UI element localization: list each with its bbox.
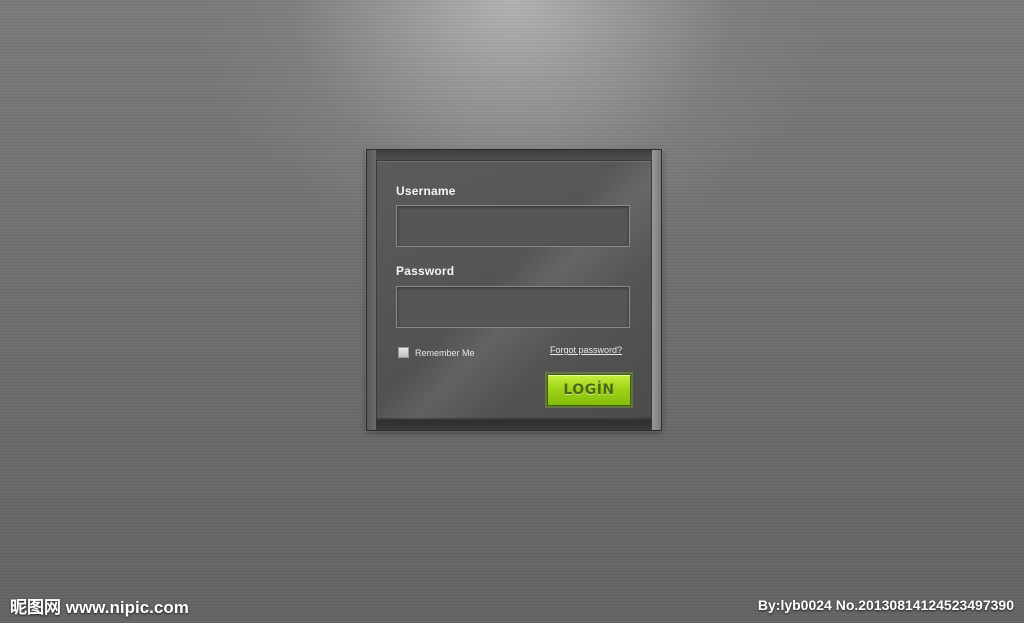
remember-me[interactable]: Remember Me bbox=[398, 347, 475, 358]
username-label: Username bbox=[396, 184, 456, 198]
username-input[interactable] bbox=[396, 205, 630, 247]
remember-me-checkbox[interactable] bbox=[398, 347, 409, 358]
forgot-password-link[interactable]: Forgot password? bbox=[550, 345, 622, 355]
watermark-credit: By:lyb0024 No.20130814124523497390 bbox=[757, 597, 1014, 613]
remember-me-label: Remember Me bbox=[415, 347, 475, 358]
login-panel: Username Password Remember Me Forgot pas… bbox=[366, 149, 662, 431]
login-button[interactable]: LOGİN bbox=[547, 374, 631, 406]
panel-bevel-right bbox=[652, 150, 661, 430]
password-label: Password bbox=[396, 264, 455, 278]
panel-bevel-top bbox=[367, 150, 661, 160]
password-input[interactable] bbox=[396, 286, 630, 328]
watermark-site: 昵图网 www.nipic.com bbox=[10, 598, 189, 617]
panel-bevel-bottom bbox=[367, 420, 661, 430]
panel-bevel-left bbox=[367, 150, 376, 430]
